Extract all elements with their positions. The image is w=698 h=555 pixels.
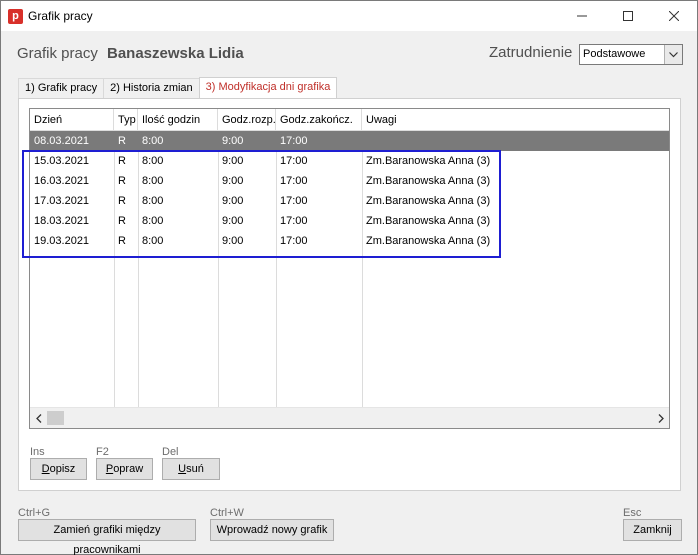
tab-grafik-pracy[interactable]: 1) Grafik pracy xyxy=(18,78,105,99)
table-row[interactable]: 18.03.2021 R 8:00 9:00 17:00 Zm.Baranows… xyxy=(30,211,669,231)
cell-end: 17:00 xyxy=(280,235,308,247)
cell-type: R xyxy=(118,135,126,147)
cell-start: 9:00 xyxy=(222,135,244,147)
table-header: Dzień Typ Ilość godzin Godz.rozp. Godz.z… xyxy=(30,109,669,131)
tab-modyfikacja-dni[interactable]: 3) Modyfikacja dni grafika xyxy=(198,77,338,99)
cell-day: 08.03.2021 xyxy=(34,135,90,147)
hotkey-ins: Ins xyxy=(30,446,45,458)
schedule-table: Dzień Typ Ilość godzin Godz.rozp. Godz.z… xyxy=(29,108,670,429)
cell-end: 17:00 xyxy=(280,175,308,187)
hotkey-esc: Esc xyxy=(623,507,642,519)
cell-start: 9:00 xyxy=(222,195,244,207)
client-area: Grafik pracy Banaszewska Lidia Zatrudnie… xyxy=(1,31,697,555)
cell-type: R xyxy=(118,195,126,207)
cell-start: 9:00 xyxy=(222,155,244,167)
cell-hours: 8:00 xyxy=(142,235,164,247)
window-title: Grafik pracy xyxy=(28,9,93,23)
tab-bar: 1) Grafik pracy 2) Historia zmian 3) Mod… xyxy=(18,77,338,99)
cell-notes: Zm.Baranowska Anna (3) xyxy=(366,195,491,207)
cell-end: 17:00 xyxy=(280,155,308,167)
maximize-icon xyxy=(623,11,633,21)
cell-end: 17:00 xyxy=(280,135,308,147)
cell-start: 9:00 xyxy=(222,235,244,247)
maximize-button[interactable] xyxy=(605,1,651,31)
cell-day: 18.03.2021 xyxy=(34,215,90,227)
cell-type: R xyxy=(118,235,126,247)
table-row[interactable]: 17.03.2021 R 8:00 9:00 17:00 Zm.Baranows… xyxy=(30,191,669,211)
tab-panel: Dzień Typ Ilość godzin Godz.rozp. Godz.z… xyxy=(18,98,681,491)
hotkey-del: Del xyxy=(162,446,179,458)
cell-hours: 8:00 xyxy=(142,215,164,227)
popraw-button[interactable]: Popraw xyxy=(96,458,153,480)
column-header-day[interactable]: Dzień xyxy=(30,109,114,131)
horizontal-scrollbar[interactable] xyxy=(30,407,669,428)
cell-hours: 8:00 xyxy=(142,155,164,167)
scroll-left-icon[interactable] xyxy=(30,408,47,428)
employment-select-value: Podstawowe xyxy=(583,48,646,60)
hotkey-f2: F2 xyxy=(96,446,109,458)
dopisz-button[interactable]: Dopisz xyxy=(30,458,87,480)
cell-type: R xyxy=(118,175,126,187)
cell-hours: 8:00 xyxy=(142,175,164,187)
minimize-icon xyxy=(577,15,587,17)
hotkey-ctrl-w: Ctrl+W xyxy=(210,507,244,519)
cell-notes: Zm.Baranowska Anna (3) xyxy=(366,155,491,167)
cell-hours: 8:00 xyxy=(142,195,164,207)
tab-historia-zmian[interactable]: 2) Historia zmian xyxy=(103,78,200,99)
table-row[interactable]: 08.03.2021 R 8:00 9:00 17:00 xyxy=(30,131,669,151)
usun-button[interactable]: Usuń xyxy=(162,458,220,480)
column-header-type[interactable]: Typ xyxy=(114,109,138,131)
column-header-notes[interactable]: Uwagi xyxy=(362,109,669,131)
close-button[interactable]: Zamknij xyxy=(623,519,682,541)
cell-hours: 8:00 xyxy=(142,135,164,147)
cell-type: R xyxy=(118,155,126,167)
hotkey-ctrl-g: Ctrl+G xyxy=(18,507,51,519)
app-window: p Grafik pracy Grafik pracy Banaszewska … xyxy=(0,0,698,555)
table-row[interactable]: 19.03.2021 R 8:00 9:00 17:00 Zm.Baranows… xyxy=(30,231,669,251)
table-row[interactable]: 16.03.2021 R 8:00 9:00 17:00 Zm.Baranows… xyxy=(30,171,669,191)
cell-notes xyxy=(362,131,669,151)
column-header-end[interactable]: Godz.zakończ. xyxy=(276,109,362,131)
cell-end: 17:00 xyxy=(280,215,308,227)
scrollbar-thumb[interactable] xyxy=(47,411,64,425)
column-header-hours[interactable]: Ilość godzin xyxy=(138,109,218,131)
close-window-button[interactable] xyxy=(651,1,697,31)
employee-name: Banaszewska Lidia xyxy=(107,45,244,62)
cell-type: R xyxy=(118,215,126,227)
cell-start: 9:00 xyxy=(222,175,244,187)
cell-notes: Zm.Baranowska Anna (3) xyxy=(366,235,491,247)
employment-label: Zatrudnienie xyxy=(489,44,573,61)
cell-day: 19.03.2021 xyxy=(34,235,90,247)
cell-start: 9:00 xyxy=(222,215,244,227)
swap-schedules-button[interactable]: Zamień grafiki między pracownikami xyxy=(18,519,196,555)
cell-end: 17:00 xyxy=(280,195,308,207)
cell-notes: Zm.Baranowska Anna (3) xyxy=(366,175,491,187)
chevron-down-icon[interactable] xyxy=(664,45,682,64)
cell-day: 16.03.2021 xyxy=(34,175,90,187)
app-logo-icon: p xyxy=(8,9,23,24)
close-icon xyxy=(669,11,679,21)
column-header-start[interactable]: Godz.rozp. xyxy=(218,109,276,131)
title-bar[interactable]: p Grafik pracy xyxy=(1,1,697,31)
new-schedule-button[interactable]: Wprowadź nowy grafik xyxy=(210,519,334,541)
employment-select[interactable]: Podstawowe xyxy=(579,44,683,65)
cell-notes: Zm.Baranowska Anna (3) xyxy=(366,215,491,227)
minimize-button[interactable] xyxy=(559,1,605,31)
cell-day: 15.03.2021 xyxy=(34,155,90,167)
scroll-right-icon[interactable] xyxy=(652,408,669,428)
page-title: Grafik pracy xyxy=(17,45,98,62)
cell-day: 17.03.2021 xyxy=(34,195,90,207)
table-row[interactable]: 15.03.2021 R 8:00 9:00 17:00 Zm.Baranows… xyxy=(30,151,669,171)
